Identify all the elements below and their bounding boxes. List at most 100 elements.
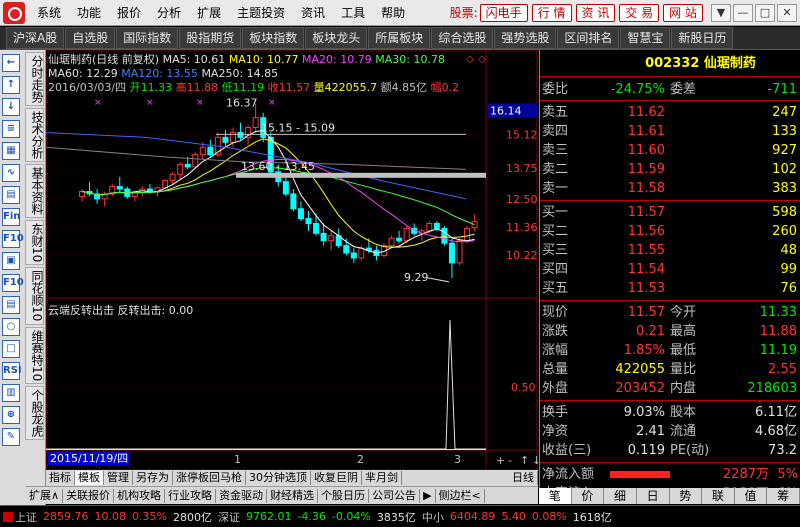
toolbar-tab-1[interactable]: 自选股 [65,27,116,49]
minimize-icon[interactable]: — [733,3,753,22]
sidebar-tab-6[interactable]: 个股龙虎 [25,385,44,440]
stat-row-2-label: 涨幅 [542,343,569,358]
toolbar-tab-10[interactable]: 智慧宝 [620,27,671,49]
indicator-tab-0[interactable]: 指标 [46,471,75,485]
kline-svg[interactable]: 15.12 13.75 12.50 11.36 10.22 16.14 16.3715.15… [46,50,538,470]
sidebar-tool-icon-4[interactable]: ▦ [2,142,20,160]
extension-tab-5[interactable]: 财经精选 [267,488,319,503]
sidebar-tool-icon-9[interactable]: ▣ [2,252,20,270]
quote-tab-7[interactable]: 筹 [767,488,800,504]
extension-tab-9[interactable]: 侧边栏< [436,488,485,503]
stat2-row-0-value: 9.03% [623,405,665,420]
indicator-tab-1[interactable]: 模板 [75,471,104,485]
quote-tab-6[interactable]: 值 [735,488,768,504]
sidebar-tool-icon-1[interactable]: ↑ [2,76,20,94]
sell-level-3: 卖二 11.59 102 [540,160,800,179]
zoom-control-1[interactable]: - [508,454,512,467]
quick-button-4[interactable]: 网 站 [663,3,703,22]
indicator-tab-5[interactable]: 30分钟选顶 [246,471,311,485]
sidebar-tool-icon-15[interactable]: ▥ [2,384,20,402]
sidebar-tool-icon-16[interactable]: ⊕ [2,406,20,424]
quote-tab-3[interactable]: 日 [637,488,670,504]
sidebar-tool-icon-14[interactable]: RSI [2,362,22,380]
indicator-title: 云端反转出击 反转出击: 0.00 [48,304,194,317]
indicator-tab-3[interactable]: 另存为 [133,471,173,485]
extension-tab-8[interactable]: ▶ [420,488,436,503]
sidebar-tab-2[interactable]: 基本资料 [25,164,44,218]
period-label[interactable]: 日线 [509,471,538,485]
sidebar-tab-0[interactable]: 分时走势 [25,52,44,106]
toolbar-tab-2[interactable]: 国际指数 [116,27,179,49]
indicator-tab-6[interactable]: 收复巨阴 [311,471,362,485]
extension-tab-6[interactable]: 个股日历 [318,488,370,503]
quote-tab-1[interactable]: 价 [572,488,605,504]
sidebar-tool-icon-12[interactable]: ○ [2,318,20,336]
indicator-tab-2[interactable]: 管理 [104,471,133,485]
stat2-row-1-value2: 4.68亿 [755,424,797,439]
sell-level-1: 卖四 11.61 133 [540,122,800,141]
sidebar-tool-icon-2[interactable]: ↓ [2,98,20,116]
sell-level-3-label: 卖二 [542,162,569,177]
maximize-icon[interactable]: □ [755,3,775,22]
extension-tab-4[interactable]: 资金驱动 [216,488,268,503]
menu-7[interactable]: 工具 [333,1,373,25]
toolbar-tab-7[interactable]: 综合选股 [431,27,494,49]
toolbar-tab-8[interactable]: 强势选股 [494,27,557,49]
quote-tab-2[interactable]: 细 [604,488,637,504]
toolbar-tab-9[interactable]: 区间排名 [557,27,620,49]
sidebar-tool-icon-10[interactable]: F10 [2,274,24,292]
quick-button-1[interactable]: 行 情 [531,3,572,22]
menu-6[interactable]: 资讯 [293,1,333,25]
sidebar-tool-icon-13[interactable]: □ [2,340,20,358]
main-menu: 系统 功能 报价 分析 扩展 主题投资 资讯 工具 帮助 [29,1,413,25]
menu-3[interactable]: 分析 [149,1,189,25]
sidebar-tool-icon-6[interactable]: ▤ [2,186,20,204]
zoom-control-0[interactable]: + [496,454,505,467]
sidebar-tab-3[interactable]: 东财10 [25,220,44,266]
sidebar-tool-icon-17[interactable]: ✎ [2,428,20,446]
sidebar-tool-icon-11[interactable]: ▤ [2,296,20,314]
toolbar-tab-3[interactable]: 股指期货 [179,27,242,49]
zoom-control-3[interactable]: ↓ [532,454,538,467]
sidebar-tool-icon-5[interactable]: ∿ [2,164,20,182]
toolbar-tab-6[interactable]: 所属板块 [368,27,431,49]
sidebar-tool-icon-8[interactable]: F10 [2,230,24,248]
buy-level-1-value: 11.56 [627,224,665,239]
toolbar-tab-4[interactable]: 板块指数 [242,27,305,49]
quick-button-0[interactable]: 闪电手 [479,3,528,22]
zoom-control-2[interactable]: ↑ [520,454,529,467]
quote-tab-5[interactable]: 联 [702,488,735,504]
quote-tab-4[interactable]: 势 [670,488,703,504]
candle-body-12 [169,173,176,181]
menu-2[interactable]: 报价 [109,1,149,25]
menu-8[interactable]: 帮助 [373,1,413,25]
menu-4[interactable]: 扩展 [189,1,229,25]
indicator-tab-4[interactable]: 涨停板回马枪 [173,471,246,485]
close-icon[interactable]: ✕ [777,3,797,22]
extension-tab-1[interactable]: 关联报价 [63,488,115,503]
toolbar-tab-5[interactable]: 板块龙头 [305,27,368,49]
toolbar-tab-0[interactable]: 沪深A股 [6,27,65,49]
menu-0[interactable]: 系统 [29,1,69,25]
sidebar-tool-icon-3[interactable]: ≡ [2,120,20,138]
sidebar-tool-icon-0[interactable]: ← [2,54,20,72]
extension-tab-7[interactable]: 公司公告 [369,488,421,503]
sidebar-tab-4[interactable]: 同花顺10 [25,267,44,325]
menu-1[interactable]: 功能 [69,1,109,25]
toolbar-tab-11[interactable]: 新股日历 [671,27,734,49]
sidebar-tool-icon-7[interactable]: Fin [2,208,20,226]
quick-button-3[interactable]: 交 易 [619,3,660,22]
indicator-tab-7[interactable]: 芈月剑 [362,471,402,485]
quick-button-2[interactable]: 资 讯 [575,3,616,22]
extension-tab-2[interactable]: 机构攻略 [114,488,166,503]
kline-chart[interactable]: 15.12 13.75 12.50 11.36 10.22 16.14 16.37 15.15… [46,50,538,470]
event-marker-3: × [268,98,276,108]
sidebar-tab-1[interactable]: 技术分析 [25,108,44,162]
dropdown-icon[interactable]: ▼ [711,3,731,22]
sidebar-tab-5[interactable]: 维赛特10 [25,326,44,384]
stat-row-4-value: 203452 [615,381,665,396]
extension-tab-0[interactable]: 扩展∧ [26,488,64,503]
extension-tab-3[interactable]: 行业攻略 [165,488,217,503]
menu-5[interactable]: 主题投资 [229,1,293,25]
quote-tab-0[interactable]: 笔 [539,488,572,504]
